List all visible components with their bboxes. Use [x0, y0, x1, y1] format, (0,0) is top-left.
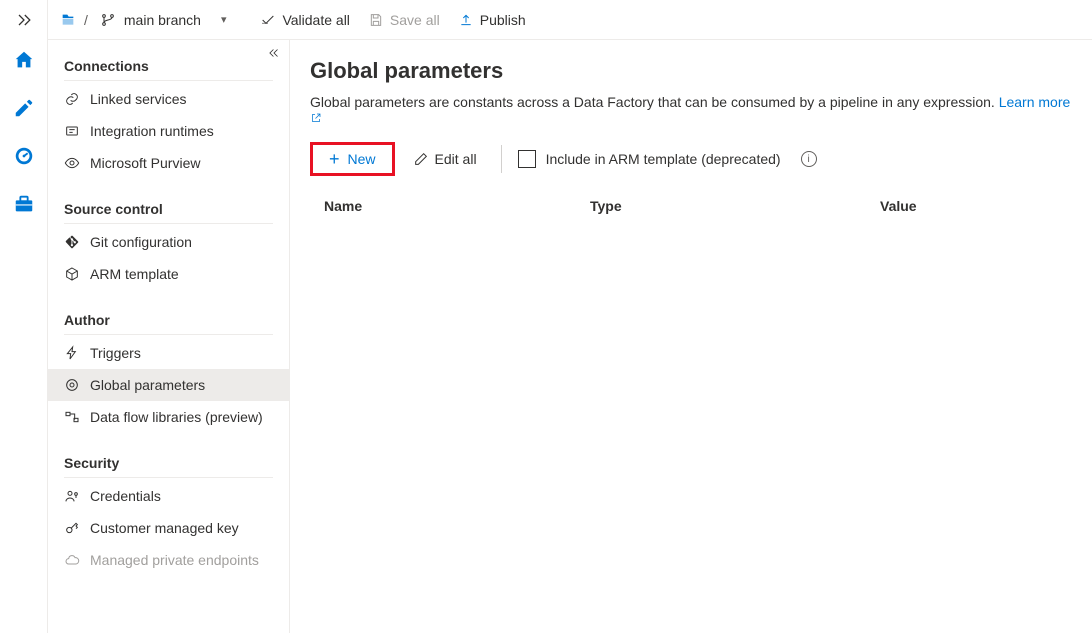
nav-credentials[interactable]: Credentials	[48, 480, 289, 512]
info-icon[interactable]: i	[801, 151, 817, 167]
chevron-down-icon: ▾	[221, 13, 227, 26]
plus-icon: +	[329, 152, 340, 166]
nav-microsoft-purview[interactable]: Microsoft Purview	[48, 147, 289, 179]
section-security-title: Security	[64, 447, 273, 478]
include-arm-label: Include in ARM template (deprecated)	[546, 151, 781, 167]
checkbox-box-icon	[518, 150, 536, 168]
nav-arm-template[interactable]: ARM template	[48, 258, 289, 290]
nav-label: Managed private endpoints	[90, 552, 259, 568]
nav-data-flow-libraries[interactable]: Data flow libraries (preview)	[48, 401, 289, 433]
gauge-icon	[13, 145, 35, 167]
breadcrumb: / main branch ▾	[60, 10, 230, 30]
page-description: Global parameters are constants across a…	[310, 94, 1072, 126]
person-key-icon	[64, 488, 80, 504]
column-type: Type	[590, 198, 880, 214]
section-connections-title: Connections	[64, 50, 273, 81]
manage-sidebar: Connections Linked services Integration …	[48, 40, 290, 633]
nav-rail	[0, 0, 48, 633]
git-icon	[64, 234, 80, 250]
nav-triggers[interactable]: Triggers	[48, 337, 289, 369]
nav-label: Linked services	[90, 91, 187, 107]
cloud-lock-icon	[64, 552, 80, 568]
flow-icon	[64, 409, 80, 425]
eye-icon	[64, 155, 80, 171]
toolbar-divider	[501, 145, 502, 173]
external-link-icon	[310, 112, 322, 124]
collapse-sidebar-button[interactable]	[267, 46, 281, 63]
pencil-icon	[413, 151, 429, 167]
chevron-double-right-icon	[14, 10, 34, 30]
section-source-control-title: Source control	[64, 193, 273, 224]
parameters-icon	[64, 377, 80, 393]
nav-label: Credentials	[90, 488, 161, 504]
column-name: Name	[310, 198, 590, 214]
nav-label: Git configuration	[90, 234, 192, 250]
nav-managed-private-endpoints: Managed private endpoints	[48, 544, 289, 576]
params-table-header: Name Type Value	[310, 190, 1072, 222]
branch-label: main branch	[124, 12, 201, 28]
new-button[interactable]: + New	[310, 142, 395, 176]
publish-icon	[458, 12, 474, 28]
nav-label: Microsoft Purview	[90, 155, 200, 171]
link-icon	[64, 91, 80, 107]
main-pane: Global parameters Global parameters are …	[290, 40, 1092, 633]
page-title: Global parameters	[310, 58, 1072, 84]
git-branch-icon	[100, 12, 116, 28]
cube-icon	[64, 266, 80, 282]
save-all-label: Save all	[390, 12, 440, 28]
pencil-icon	[13, 97, 35, 119]
edit-all-button[interactable]: Edit all	[405, 145, 485, 173]
branch-picker[interactable]: main branch ▾	[96, 10, 231, 30]
save-icon	[368, 12, 384, 28]
nav-label: ARM template	[90, 266, 179, 282]
chevron-double-left-icon	[267, 46, 281, 60]
nav-customer-managed-key[interactable]: Customer managed key	[48, 512, 289, 544]
nav-git-configuration[interactable]: Git configuration	[48, 226, 289, 258]
edit-all-label: Edit all	[435, 151, 477, 167]
expand-rail-button[interactable]	[0, 4, 47, 36]
nav-label: Triggers	[90, 345, 141, 361]
nav-global-parameters[interactable]: Global parameters	[48, 369, 289, 401]
nav-label: Customer managed key	[90, 520, 239, 536]
lightning-icon	[64, 345, 80, 361]
nav-integration-runtimes[interactable]: Integration runtimes	[48, 115, 289, 147]
top-toolbar: / main branch ▾ Validate all Save all Pu…	[48, 0, 1092, 40]
params-toolbar: + New Edit all Include in ARM template (…	[310, 142, 1072, 176]
section-author-title: Author	[64, 304, 273, 335]
nav-linked-services[interactable]: Linked services	[48, 83, 289, 115]
key-icon	[64, 520, 80, 536]
publish-button[interactable]: Publish	[458, 12, 526, 28]
check-icon	[260, 12, 276, 28]
nav-label: Global parameters	[90, 377, 205, 393]
new-button-label: New	[348, 151, 376, 167]
column-value: Value	[880, 198, 1072, 214]
include-arm-checkbox[interactable]: Include in ARM template (deprecated)	[518, 150, 781, 168]
toolbox-icon	[13, 193, 35, 215]
nav-label: Integration runtimes	[90, 123, 214, 139]
runtime-icon	[64, 123, 80, 139]
publish-label: Publish	[480, 12, 526, 28]
rail-home[interactable]	[0, 36, 48, 84]
validate-all-button[interactable]: Validate all	[260, 12, 349, 28]
nav-label: Data flow libraries (preview)	[90, 409, 263, 425]
datafactory-icon	[60, 12, 76, 28]
validate-all-label: Validate all	[282, 12, 349, 28]
rail-monitor[interactable]	[0, 132, 48, 180]
save-all-button: Save all	[368, 12, 440, 28]
rail-manage[interactable]	[0, 180, 48, 228]
home-icon	[13, 49, 35, 71]
breadcrumb-separator: /	[84, 12, 88, 28]
rail-author[interactable]	[0, 84, 48, 132]
